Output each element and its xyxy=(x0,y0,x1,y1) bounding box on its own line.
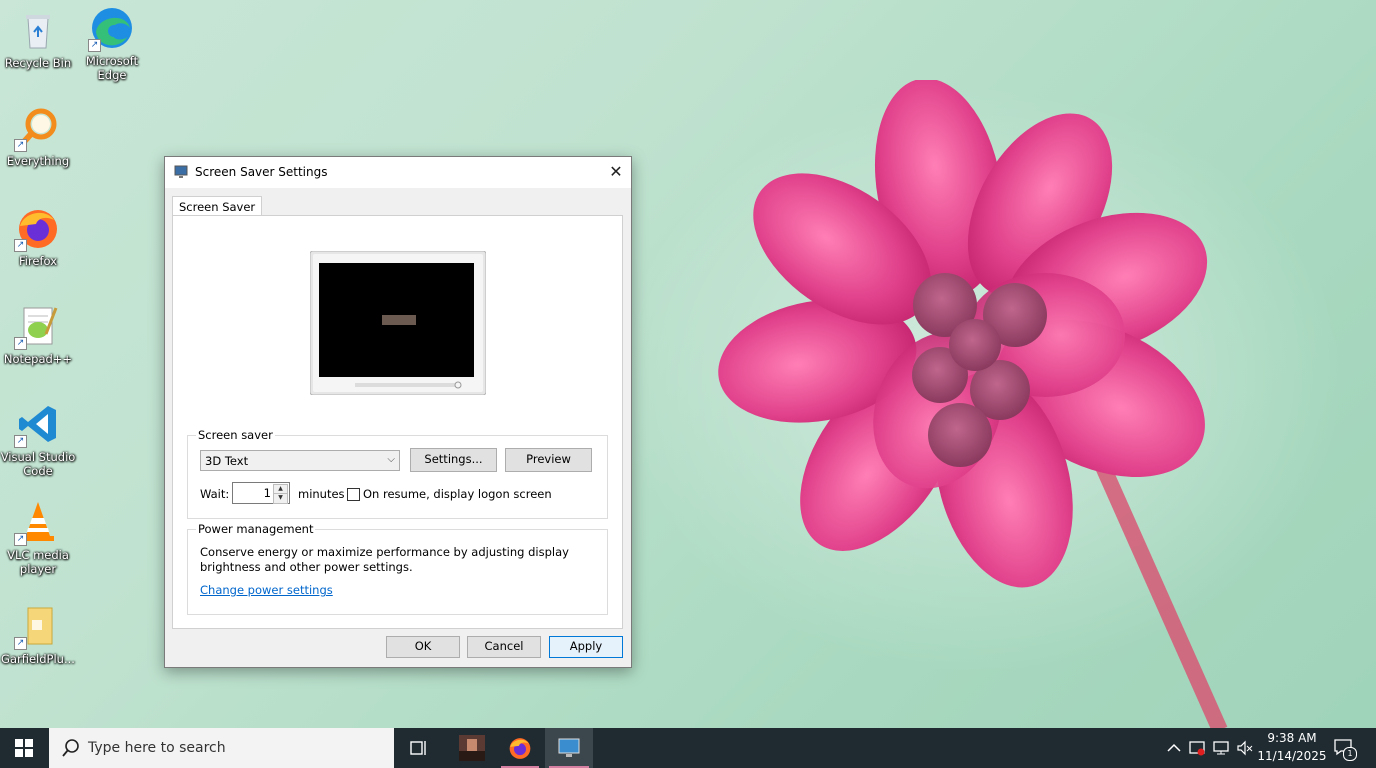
desktop-icon-vlc[interactable]: ↗ VLC media player xyxy=(0,500,76,576)
screen-saver-select-value: 3D Text xyxy=(205,454,249,468)
taskbar-app-screen-saver-settings[interactable] xyxy=(545,728,593,768)
task-view-button[interactable] xyxy=(396,728,442,768)
monitor-preview xyxy=(310,251,486,395)
tab-panel: Screen saver 3D Text ⌵ Settings... Previ… xyxy=(172,215,623,629)
preview-button[interactable]: Preview xyxy=(505,448,592,472)
clock-time[interactable]: 9:38 AM xyxy=(1262,731,1322,745)
close-icon: ✕ xyxy=(609,162,623,181)
power-management-description: Conserve energy or maximize performance … xyxy=(200,545,569,574)
notification-center-button[interactable]: 1 xyxy=(1332,736,1357,761)
shortcut-arrow-icon: ↗ xyxy=(88,39,101,52)
apply-button[interactable]: Apply xyxy=(549,636,623,658)
shortcut-arrow-icon: ↗ xyxy=(14,435,27,448)
start-button[interactable] xyxy=(0,728,48,768)
vscode-icon: ↗ xyxy=(14,402,60,448)
desktop-icon-label: Visual Studio Code xyxy=(0,450,76,478)
windows-logo-icon xyxy=(15,739,33,757)
cancel-button[interactable]: Cancel xyxy=(467,636,541,658)
spin-down-icon[interactable]: ▼ xyxy=(273,493,288,504)
desktop-icon-label: VLC media player xyxy=(7,548,69,576)
volume-muted-icon[interactable] xyxy=(1236,739,1254,757)
screen-saver-app-icon xyxy=(174,165,188,178)
taskbar-app-photo[interactable] xyxy=(450,728,494,768)
resume-logon-checkbox[interactable] xyxy=(347,488,360,501)
screen-saver-app-icon xyxy=(558,738,580,757)
photo-app-icon xyxy=(459,735,485,761)
clock-date[interactable]: 11/14/2025 xyxy=(1256,749,1328,763)
chevron-down-icon: ⌵ xyxy=(387,454,395,465)
power-management-group: Power management Conserve energy or maxi… xyxy=(187,522,608,615)
desktop-icon-label: Notepad++ xyxy=(3,352,73,366)
desktop-icon-label: Recycle Bin xyxy=(4,56,72,70)
tab-strip: Screen Saver xyxy=(172,195,263,218)
shortcut-arrow-icon: ↗ xyxy=(14,239,27,252)
screen-saver-group-label: Screen saver xyxy=(196,428,275,442)
wait-spinner[interactable]: 1 ▲ ▼ xyxy=(232,482,290,504)
power-management-group-label: Power management xyxy=(196,522,316,536)
desktop-icon-firefox[interactable]: ↗ Firefox xyxy=(0,206,76,268)
desktop-icon-notepad-plus-plus[interactable]: ↗ Notepad++ xyxy=(0,304,76,366)
everything-search-icon: ↗ xyxy=(14,106,60,152)
recycle-bin-icon xyxy=(16,8,60,52)
security-center-icon[interactable] xyxy=(1188,739,1206,757)
wallpaper-flower xyxy=(718,80,1228,734)
desktop-icon-label: Firefox xyxy=(18,254,58,268)
desktop-icon-everything[interactable]: ↗ Everything xyxy=(0,106,76,168)
notification-badge: 1 xyxy=(1343,747,1357,761)
screen-saver-group: Screen saver 3D Text ⌵ Settings... Previ… xyxy=(187,428,608,519)
desktop-icon-visual-studio-code[interactable]: ↗ Visual Studio Code xyxy=(0,402,76,478)
desktop-icon-recycle-bin[interactable]: Recycle Bin xyxy=(0,8,76,70)
dialog-titlebar[interactable]: Screen Saver Settings ✕ xyxy=(165,157,631,188)
close-button[interactable]: ✕ xyxy=(601,157,631,188)
shortcut-arrow-icon: ↗ xyxy=(14,533,27,546)
desktop-icon-garfield[interactable]: ↗ GarfieldPlu... xyxy=(0,604,76,666)
search-placeholder: Type here to search xyxy=(88,740,226,756)
firefox-icon xyxy=(509,738,531,759)
desktop-icon-microsoft-edge[interactable]: ↗ Microsoft Edge xyxy=(74,6,150,82)
wait-value[interactable]: 1 xyxy=(264,486,271,500)
shortcut-arrow-icon: ↗ xyxy=(14,637,27,650)
notepad-plus-plus-icon: ↗ xyxy=(14,304,60,350)
taskbar-search-box[interactable]: Type here to search xyxy=(49,728,394,768)
resume-logon-label[interactable]: On resume, display logon screen xyxy=(363,487,552,501)
firefox-icon: ↗ xyxy=(14,206,60,252)
change-power-settings-link[interactable]: Change power settings xyxy=(200,583,333,597)
desktop-icon-label: Microsoft Edge xyxy=(85,54,139,82)
taskbar-app-firefox[interactable] xyxy=(497,728,543,768)
shortcut-arrow-icon: ↗ xyxy=(14,337,27,350)
screen-saver-settings-dialog: Screen Saver Settings ✕ Screen Saver Scr… xyxy=(164,156,632,668)
settings-button[interactable]: Settings... xyxy=(410,448,497,472)
wait-label: Wait: xyxy=(200,487,230,501)
taskbar: Type here to search 9:38 AM 11/14/2025 1 xyxy=(0,728,1376,768)
screen-saver-select[interactable]: 3D Text ⌵ xyxy=(200,450,400,471)
folder-icon: ↗ xyxy=(14,604,60,650)
minutes-label: minutes xyxy=(298,487,345,501)
search-icon xyxy=(62,739,79,757)
chevron-up-icon[interactable] xyxy=(1165,739,1183,757)
desktop-icon-label: GarfieldPlu... xyxy=(1,652,75,666)
dialog-title: Screen Saver Settings xyxy=(195,165,328,179)
edge-icon: ↗ xyxy=(88,6,134,52)
task-view-icon xyxy=(410,741,426,755)
ok-button[interactable]: OK xyxy=(386,636,460,658)
network-icon[interactable] xyxy=(1212,739,1230,757)
shortcut-arrow-icon: ↗ xyxy=(14,139,27,152)
vlc-icon: ↗ xyxy=(14,500,60,546)
desktop-icon-label: Everything xyxy=(6,154,70,168)
